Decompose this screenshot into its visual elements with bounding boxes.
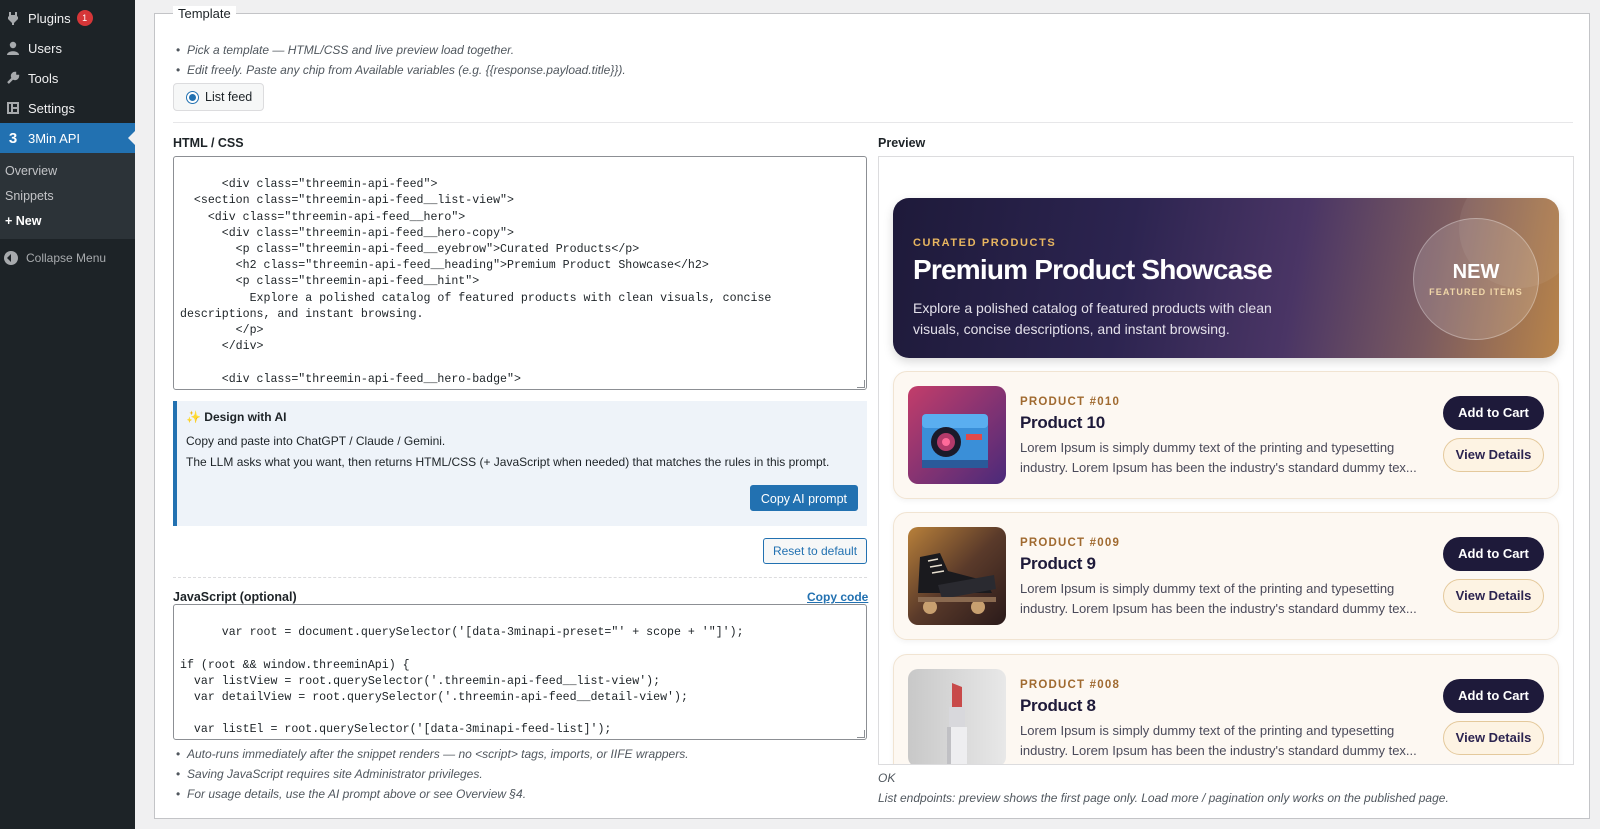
sidebar-submenu: Overview Snippets + New [0,153,135,239]
hero-badge: NEW FEATURED ITEMS [1413,218,1539,340]
collapse-label: Collapse Menu [26,251,107,265]
hero-banner: CURATED PRODUCTS Premium Product Showcas… [893,198,1559,358]
add-to-cart-button[interactable]: Add to Cart [1443,396,1544,430]
add-to-cart-button[interactable]: Add to Cart [1443,537,1544,571]
sidebar-item-label: Users [28,40,62,56]
product-title[interactable]: Product 10 [1020,413,1105,433]
radio-selected-icon[interactable] [186,90,199,104]
product-card: PRODUCT #010 Product 10 Lorem Ipsum is s… [893,371,1559,499]
submenu-item-new[interactable]: + New [0,209,135,234]
divider [173,577,867,578]
hero-hint: Explore a polished catalog of featured p… [913,300,1272,337]
product-description: Lorem Ipsum is simply dummy text of the … [1020,581,1417,616]
sidebar-item-label: 3Min API [28,130,81,146]
product-card: PRODUCT #008 Product 8 Lorem Ipsum is si… [893,654,1559,764]
hint-item: For usage details, use the AI prompt abo… [173,784,689,804]
sidebar-item-3min-api[interactable]: 3 3Min API [0,123,135,153]
product-image-camera[interactable] [908,386,1006,484]
product-title[interactable]: Product 9 [1020,554,1096,574]
product-eyebrow: PRODUCT #009 [1020,537,1121,549]
add-to-cart-button[interactable]: Add to Cart [1443,679,1544,713]
hint-item: Auto-runs immediately after the snippet … [173,744,689,764]
template-option-list-feed[interactable]: List feed [173,83,264,111]
submenu-item-overview[interactable]: Overview [0,159,135,184]
reset-to-default-button[interactable]: Reset to default [763,538,867,564]
resize-handle[interactable] [857,380,865,388]
html-css-code: <div class="threemin-api-feed"> <section… [180,178,772,389]
hero-badge-sub: FEATURED ITEMS [1429,287,1523,297]
template-hints: Pick a template — HTML/CSS and live prev… [173,40,626,80]
divider [173,122,1573,123]
javascript-label: JavaScript (optional) [173,590,297,604]
hero-heading: Premium Product Showcase [913,254,1273,285]
preview-pane: CURATED PRODUCTS Premium Product Showcas… [878,156,1574,765]
product-eyebrow: PRODUCT #008 [1020,679,1121,691]
product-description: Lorem Ipsum is simply dummy text of the … [1020,440,1417,475]
tools-icon [4,69,22,87]
javascript-editor[interactable]: var root = document.querySelector('[data… [173,604,867,740]
sidebar-item-settings[interactable]: Settings [0,93,135,123]
hint-item: Saving JavaScript requires site Administ… [173,764,689,784]
preview-note: List endpoints: preview shows the first … [878,791,1449,805]
ai-panel-text: The LLM asks what you want, then returns… [186,455,830,469]
fieldset-legend: Template [173,6,236,21]
html-css-label: HTML / CSS [173,136,244,150]
view-details-button[interactable]: View Details [1443,579,1544,613]
plugin-icon [4,9,22,27]
3min-api-icon: 3 [8,129,18,147]
copy-ai-prompt-button[interactable]: Copy AI prompt [749,485,858,511]
hint-item: Pick a template — HTML/CSS and live prev… [173,40,626,60]
hint-item: Edit freely. Paste any chip from Availab… [173,60,626,80]
ai-panel-title: ✨ Design with AI [186,410,287,424]
preview-label: Preview [878,136,926,150]
sidebar-item-users[interactable]: Users [0,33,135,63]
product-image-skates[interactable] [908,527,1006,625]
product-title[interactable]: Product 8 [1020,696,1096,716]
view-details-button[interactable]: View Details [1443,438,1544,472]
update-count-badge: 1 [76,10,93,26]
preview-status: OK [878,771,896,785]
resize-handle[interactable] [857,730,865,738]
copy-code-link[interactable]: Copy code [807,590,868,604]
users-icon [4,39,22,57]
sidebar-item-plugins[interactable]: Plugins 1 [0,3,135,33]
ai-panel-text: Copy and paste into ChatGPT / Claude / G… [186,434,446,448]
template-option-label: List feed [205,90,253,104]
javascript-hints: Auto-runs immediately after the snippet … [173,744,689,804]
html-css-editor[interactable]: <div class="threemin-api-feed"> <section… [173,156,867,390]
product-eyebrow: PRODUCT #010 [1020,396,1121,408]
javascript-code: var root = document.querySelector('[data… [180,626,744,737]
hero-badge-main: NEW [1452,261,1500,283]
collapse-icon [4,251,18,265]
template-fieldset: Template Pick a template — HTML/CSS and … [154,6,1590,819]
product-description: Lorem Ipsum is simply dummy text of the … [1020,723,1417,758]
main-content: Template Pick a template — HTML/CSS and … [154,0,1590,819]
submenu-item-snippets[interactable]: Snippets [0,184,135,209]
design-with-ai-panel: ✨ Design with AI Copy and paste into Cha… [173,401,867,526]
sidebar-item-label: Settings [28,100,75,116]
hero-eyebrow: CURATED PRODUCTS [913,237,1057,249]
product-card: PRODUCT #009 Product 9 Lorem Ipsum is si… [893,512,1559,640]
collapse-menu-button[interactable]: Collapse Menu [0,243,135,273]
sidebar-item-label: Plugins [28,10,71,26]
admin-sidebar: Plugins 1 Users Tools Settings 3 3Min AP… [0,0,135,829]
settings-icon [4,99,22,117]
sidebar-item-tools[interactable]: Tools [0,63,135,93]
view-details-button[interactable]: View Details [1443,721,1544,755]
sidebar-item-label: Tools [28,70,59,86]
product-image-lipstick[interactable] [908,669,1006,764]
